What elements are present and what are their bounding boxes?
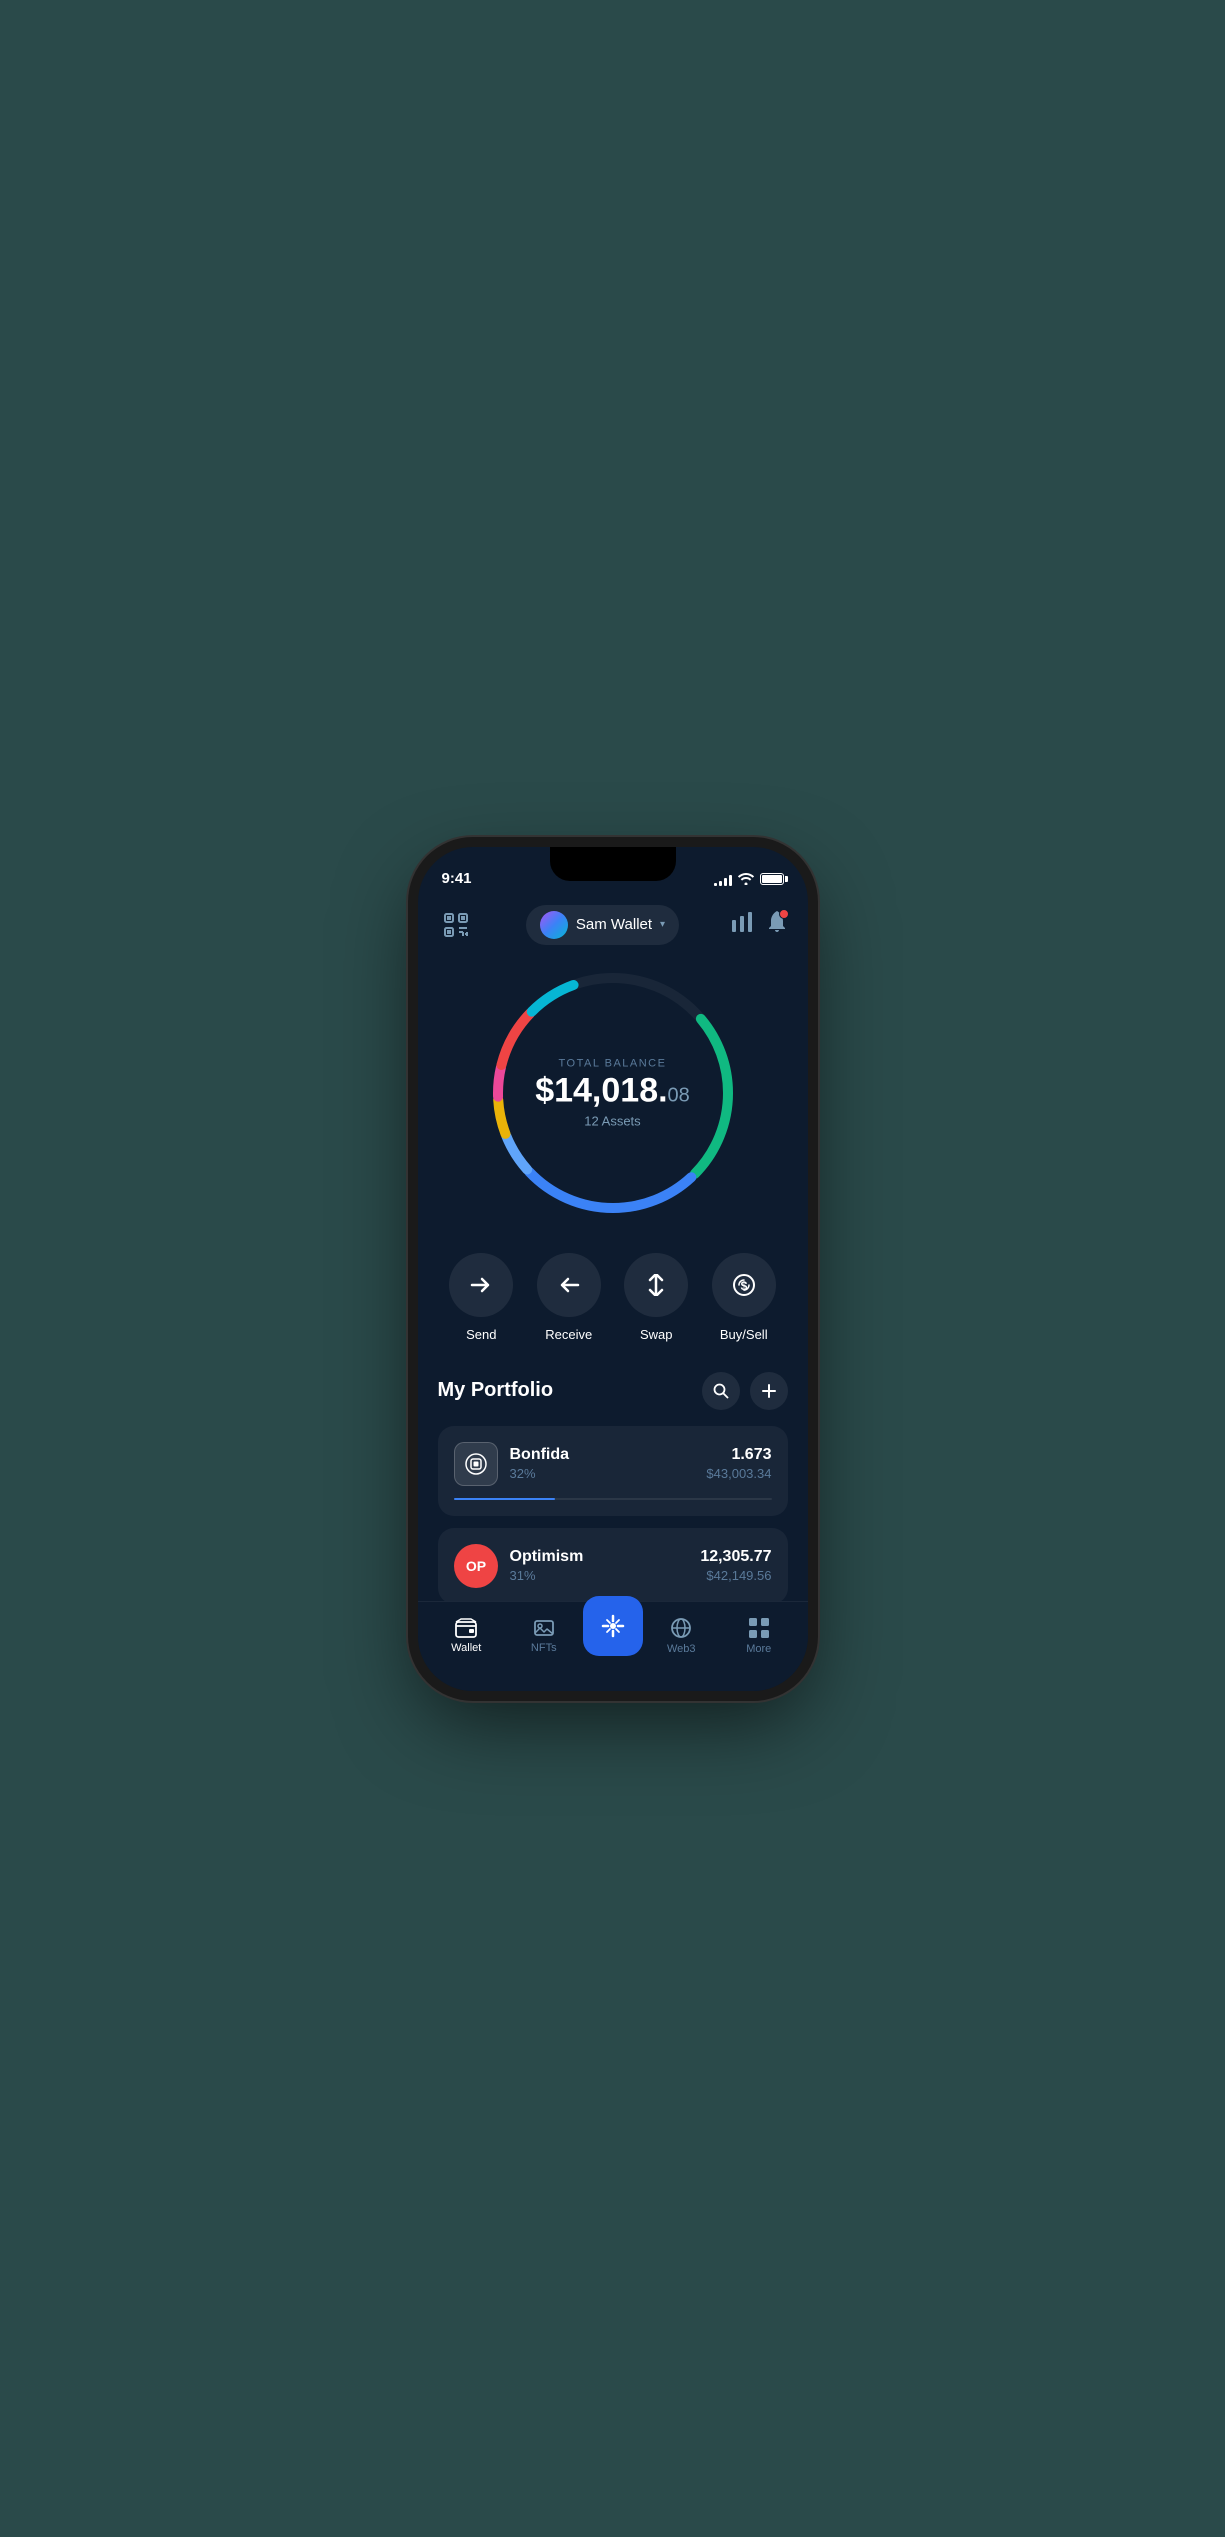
portfolio-actions [702,1372,788,1410]
bonfida-name: Bonfida [510,1446,695,1464]
signal-icon [714,872,732,886]
svg-text:OP: OP [465,1558,485,1574]
bottom-navigation: Wallet NFTs Web3 [418,1601,808,1691]
balance-label: TOTAL BALANCE [535,1057,690,1069]
nft-nav-icon [533,1618,555,1638]
buysell-label: Buy/Sell [720,1327,768,1342]
wallet-name: Sam Wallet [576,916,652,933]
scan-icon[interactable] [438,907,474,943]
notifications-button[interactable] [767,911,787,938]
optimism-name: Optimism [510,1548,689,1566]
bonfida-amount: 1.673 [706,1446,771,1464]
donut-chart-area: TOTAL BALANCE $14,018.08 12 Assets [418,953,808,1243]
header-right-actions [731,911,787,938]
chart-icon[interactable] [731,912,753,937]
nav-web3[interactable]: Web3 [643,1617,721,1655]
nav-nfts[interactable]: NFTs [505,1618,583,1654]
asset-count: 12 Assets [535,1113,690,1128]
bonfida-pct: 32% [510,1466,695,1481]
nav-center-button[interactable] [583,1596,643,1656]
portfolio-search-button[interactable] [702,1372,740,1410]
bonfida-progress-fill [454,1498,556,1500]
optimism-amount: 12,305.77 [700,1548,771,1566]
portfolio-add-button[interactable] [750,1372,788,1410]
balance-display: TOTAL BALANCE $14,018.08 12 Assets [535,1057,690,1128]
notification-badge [779,909,789,919]
send-label: Send [466,1327,496,1342]
chevron-down-icon: ▾ [660,919,665,930]
nav-wallet[interactable]: Wallet [428,1618,506,1654]
swap-label: Swap [640,1327,673,1342]
asset-card-bonfida[interactable]: Bonfida 32% 1.673 $43,003.34 [438,1426,788,1516]
bonfida-progress-bar [454,1498,772,1500]
balance-amount: $14,018.08 [535,1073,690,1107]
nav-nfts-label: NFTs [531,1642,557,1654]
receive-label: Receive [545,1327,592,1342]
receive-button[interactable] [537,1253,601,1317]
status-time: 9:41 [442,870,472,887]
more-nav-icon [748,1617,770,1639]
bonfida-usd: $43,003.34 [706,1466,771,1481]
status-icons [714,872,784,886]
action-buttons: Send Receive Swap $ [418,1243,808,1372]
send-button[interactable] [449,1253,513,1317]
send-action: Send [449,1253,513,1342]
optimism-usd: $42,149.56 [700,1568,771,1583]
web3-nav-icon [670,1617,692,1639]
swap-action: Swap [624,1253,688,1342]
notch [550,847,676,881]
nav-more-label: More [746,1643,771,1655]
optimism-info: Optimism 31% [510,1548,689,1583]
wifi-icon [738,873,754,885]
bonfida-logo [454,1442,498,1486]
wallet-selector[interactable]: Sam Wallet ▾ [526,905,679,945]
receive-action: Receive [537,1253,601,1342]
asset-card-optimism[interactable]: OP Optimism 31% 12,305.77 $42,149.56 [438,1528,788,1604]
avatar [540,911,568,939]
bonfida-values: 1.673 $43,003.34 [706,1446,771,1481]
swap-center-icon [599,1612,627,1640]
optimism-values: 12,305.77 $42,149.56 [700,1548,771,1583]
phone-frame: 9:41 [418,847,808,1691]
portfolio-header: My Portfolio [438,1372,788,1410]
wallet-nav-icon [455,1618,477,1638]
bonfida-info: Bonfida 32% [510,1446,695,1481]
donut-container: TOTAL BALANCE $14,018.08 12 Assets [483,963,743,1223]
nav-web3-label: Web3 [667,1643,696,1655]
app-header: Sam Wallet ▾ [418,897,808,953]
battery-icon [760,873,784,885]
portfolio-title: My Portfolio [438,1379,554,1402]
nav-wallet-label: Wallet [451,1642,481,1654]
optimism-pct: 31% [510,1568,689,1583]
nav-more[interactable]: More [720,1617,798,1655]
swap-button[interactable] [624,1253,688,1317]
buysell-action: $ Buy/Sell [712,1253,776,1342]
optimism-logo: OP [454,1544,498,1588]
buysell-button[interactable]: $ [712,1253,776,1317]
portfolio-section: My Portfolio [418,1372,808,1604]
